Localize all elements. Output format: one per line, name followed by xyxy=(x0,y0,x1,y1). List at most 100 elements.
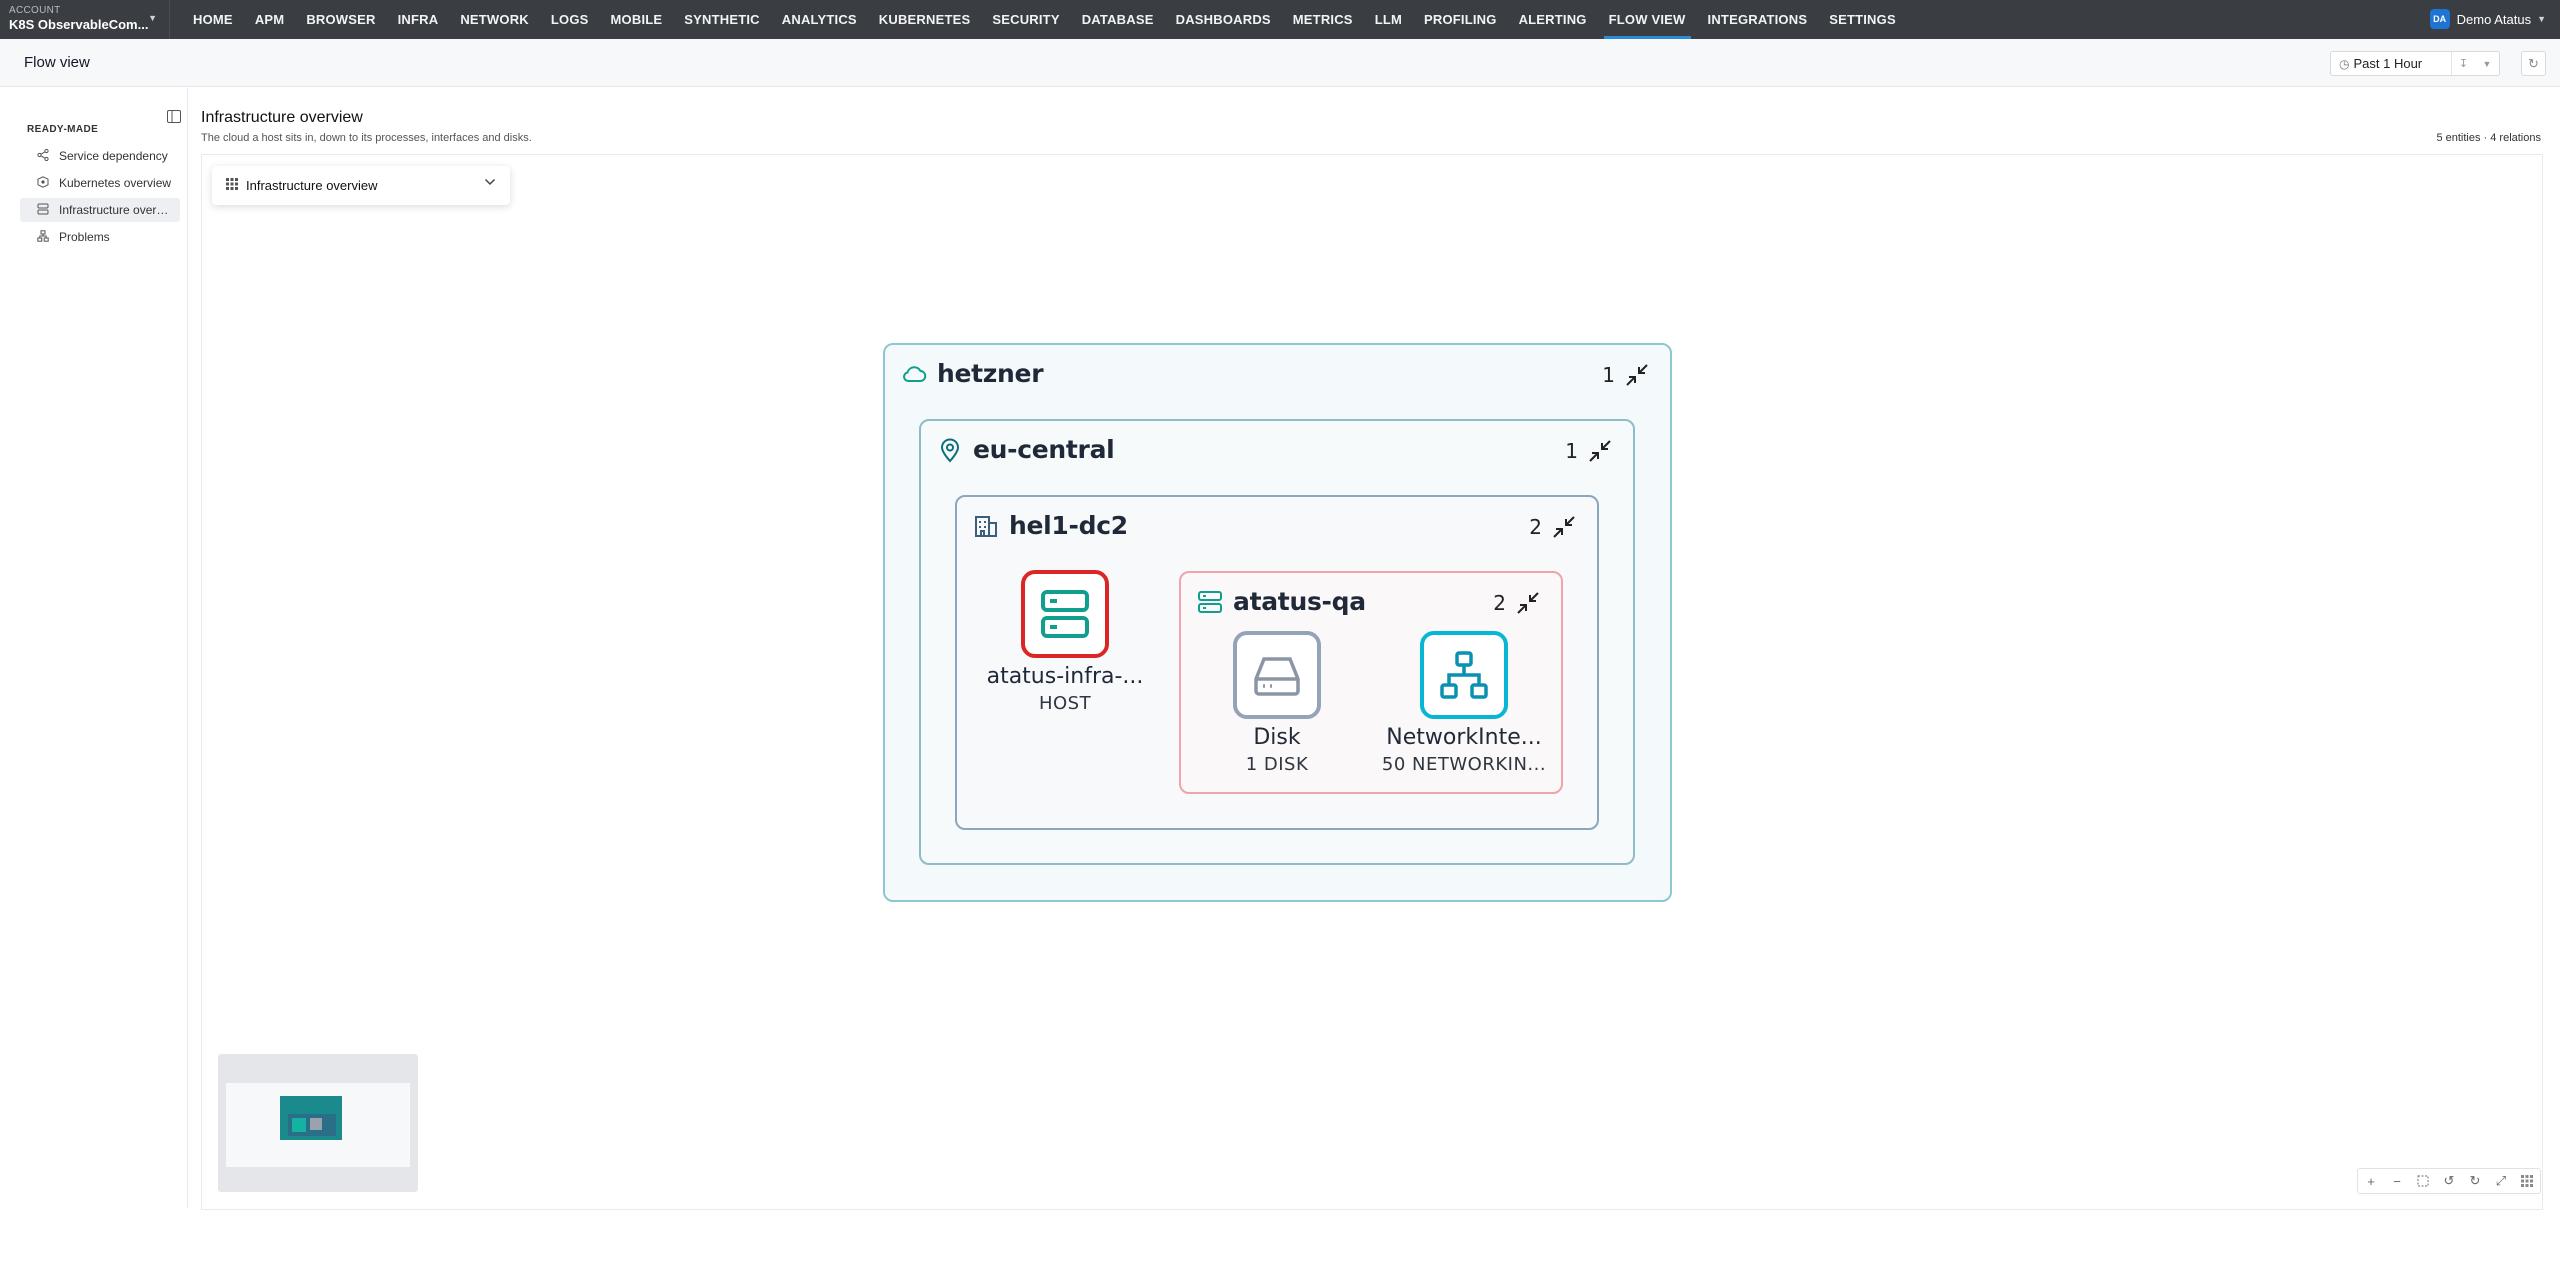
building-icon xyxy=(975,515,997,537)
minus-icon: − xyxy=(2393,1173,2401,1189)
sidebar-item-kubernetes-overview[interactable]: Kubernetes overview xyxy=(20,171,180,195)
network-count: 50 NETWORKIN... xyxy=(1381,754,1547,775)
undo-icon: ↺ xyxy=(2443,1173,2455,1188)
view-title: Infrastructure overview xyxy=(201,109,363,126)
network-tile[interactable] xyxy=(1420,631,1508,719)
fit-view-button[interactable] xyxy=(2410,1169,2436,1193)
time-range-value: Past 1 Hour xyxy=(2353,56,2423,71)
account-label: ACCOUNT xyxy=(9,5,61,16)
nav-item-home[interactable]: HOME xyxy=(182,0,244,39)
plus-icon: + xyxy=(2367,1173,2375,1189)
nav-item-database[interactable]: DATABASE xyxy=(1071,0,1165,39)
collapse-icon[interactable] xyxy=(1624,362,1650,388)
datacenter-label: hel1-dc2 xyxy=(1009,511,1128,540)
region-label: eu-central xyxy=(973,435,1115,464)
server-icon xyxy=(36,203,50,218)
nav-item-security[interactable]: SECURITY xyxy=(981,0,1070,39)
grid-toggle-button[interactable] xyxy=(2514,1169,2540,1193)
sidebar-item-label: Problems xyxy=(59,230,110,244)
network-interface-node[interactable]: NetworkInte... 50 NETWORKIN... xyxy=(1374,631,1554,775)
view-subtitle: The cloud a host sits in, down to its pr… xyxy=(201,132,532,144)
expand-icon: ⤢ xyxy=(2495,1173,2507,1188)
fit-view-icon xyxy=(2417,1175,2429,1187)
minimap[interactable] xyxy=(218,1054,418,1192)
nav-item-profiling[interactable]: PROFILING xyxy=(1413,0,1508,39)
view-selector[interactable]: Infrastructure overview xyxy=(212,166,510,205)
account-name: K8S ObservableCom... xyxy=(9,17,149,32)
host-type: HOST xyxy=(1038,693,1092,714)
sidebar-item-label: Infrastructure overview xyxy=(59,203,173,217)
view-selector-value: Infrastructure overview xyxy=(246,178,378,193)
nav-item-metrics[interactable]: METRICS xyxy=(1282,0,1364,39)
grid-icon xyxy=(226,178,238,193)
disk-count: 1 DISK xyxy=(1245,754,1309,775)
sidebar-item-infrastructure-overview[interactable]: Infrastructure overview xyxy=(20,198,180,222)
cloud-icon xyxy=(903,365,927,382)
cloud-count: 1 xyxy=(1602,363,1615,387)
disk-tile[interactable] xyxy=(1233,631,1321,719)
sidebar-item-label: Kubernetes overview xyxy=(59,176,172,190)
chevron-down-icon xyxy=(484,177,496,189)
time-range-picker[interactable]: ◷ Past 1 Hour ↧ ▼ xyxy=(2330,51,2500,76)
server-icon xyxy=(1041,590,1089,638)
account-switcher[interactable]: ACCOUNT K8S ObservableCom... ▼ xyxy=(0,0,170,39)
zoom-in-button[interactable]: + xyxy=(2358,1169,2384,1193)
page-title: Flow view xyxy=(24,54,90,71)
region-count: 1 xyxy=(1565,439,1578,463)
collapse-icon[interactable] xyxy=(1587,438,1613,464)
user-menu[interactable]: DA Demo Atatus ▼ xyxy=(2429,9,2546,29)
top-nav: ACCOUNT K8S ObservableCom... ▼ HOME APM BR… xyxy=(0,0,2560,39)
chevron-down-icon[interactable]: ▼ xyxy=(2475,52,2499,75)
chevron-down-icon: ▼ xyxy=(2537,14,2546,24)
refresh-button[interactable]: ↻ xyxy=(2521,51,2546,76)
host-group-label: atatus-qa xyxy=(1233,587,1366,616)
nav-item-dashboards[interactable]: DASHBOARDS xyxy=(1165,0,1282,39)
sidebar-item-problems[interactable]: Problems xyxy=(20,225,180,249)
nav-item-flow-view[interactable]: FLOW VIEW xyxy=(1598,0,1697,39)
sidebar-collapse-icon[interactable] xyxy=(167,110,181,126)
fullscreen-button[interactable]: ⤢ xyxy=(2488,1169,2514,1193)
host-node[interactable]: atatus-infra-... HOST xyxy=(985,570,1145,714)
minimap-node xyxy=(310,1118,322,1130)
network-icon xyxy=(1440,651,1488,699)
host-name: atatus-infra-... xyxy=(986,664,1144,689)
user-name: Demo Atatus xyxy=(2456,11,2532,27)
nav-item-alerting[interactable]: ALERTING xyxy=(1508,0,1598,39)
share-nodes-icon xyxy=(36,148,50,164)
collapse-icon[interactable] xyxy=(1551,514,1577,540)
avatar: DA xyxy=(2429,9,2450,29)
nav-item-synthetic[interactable]: SYNTHETIC xyxy=(673,0,770,39)
nav-item-analytics[interactable]: ANALYTICS xyxy=(771,0,868,39)
page-header: Flow view ◷ Past 1 Hour ↧ ▼ ↻ xyxy=(0,39,2560,87)
nav-item-browser[interactable]: BROWSER xyxy=(295,0,386,39)
graph-stats: 5 entities · 4 relations xyxy=(2436,132,2541,144)
zoom-out-button[interactable]: − xyxy=(2384,1169,2410,1193)
sidebar-item-service-dependency[interactable]: Service dependency xyxy=(20,144,180,168)
host-tile[interactable] xyxy=(1021,570,1109,658)
minimap-node xyxy=(292,1118,306,1132)
grid-icon xyxy=(2521,1175,2533,1187)
nav-item-network[interactable]: NETWORK xyxy=(449,0,540,39)
map-pin-icon xyxy=(940,438,960,462)
nav-item-apm[interactable]: APM xyxy=(244,0,296,39)
nav-item-mobile[interactable]: MOBILE xyxy=(600,0,674,39)
sitemap-icon xyxy=(36,229,50,245)
nav-item-llm[interactable]: LLM xyxy=(1364,0,1413,39)
refresh-layout-button[interactable]: ↻ xyxy=(2462,1169,2488,1193)
sidebar-item-label: Service dependency xyxy=(59,149,168,163)
datacenter-count: 2 xyxy=(1529,515,1542,539)
refresh-icon: ↻ xyxy=(2469,1173,2481,1188)
nav-item-infra[interactable]: INFRA xyxy=(387,0,450,39)
hard-drive-icon xyxy=(1254,657,1300,696)
nav-item-settings[interactable]: SETTINGS xyxy=(1818,0,1907,39)
collapse-icon[interactable] xyxy=(1515,590,1541,616)
disk-node[interactable]: Disk 1 DISK xyxy=(1197,631,1357,775)
sidebar: READY-MADE Service dependency Kubernetes… xyxy=(0,88,188,1208)
cloud-label: hetzner xyxy=(937,359,1044,388)
nav-item-kubernetes[interactable]: KUBERNETES xyxy=(868,0,982,39)
nav-item-logs[interactable]: LOGS xyxy=(540,0,600,39)
nav-item-integrations[interactable]: INTEGRATIONS xyxy=(1697,0,1819,39)
sidebar-heading: READY-MADE xyxy=(27,124,99,135)
pin-icon[interactable]: ↧ xyxy=(2451,52,2475,75)
reset-button[interactable]: ↺ xyxy=(2436,1169,2462,1193)
